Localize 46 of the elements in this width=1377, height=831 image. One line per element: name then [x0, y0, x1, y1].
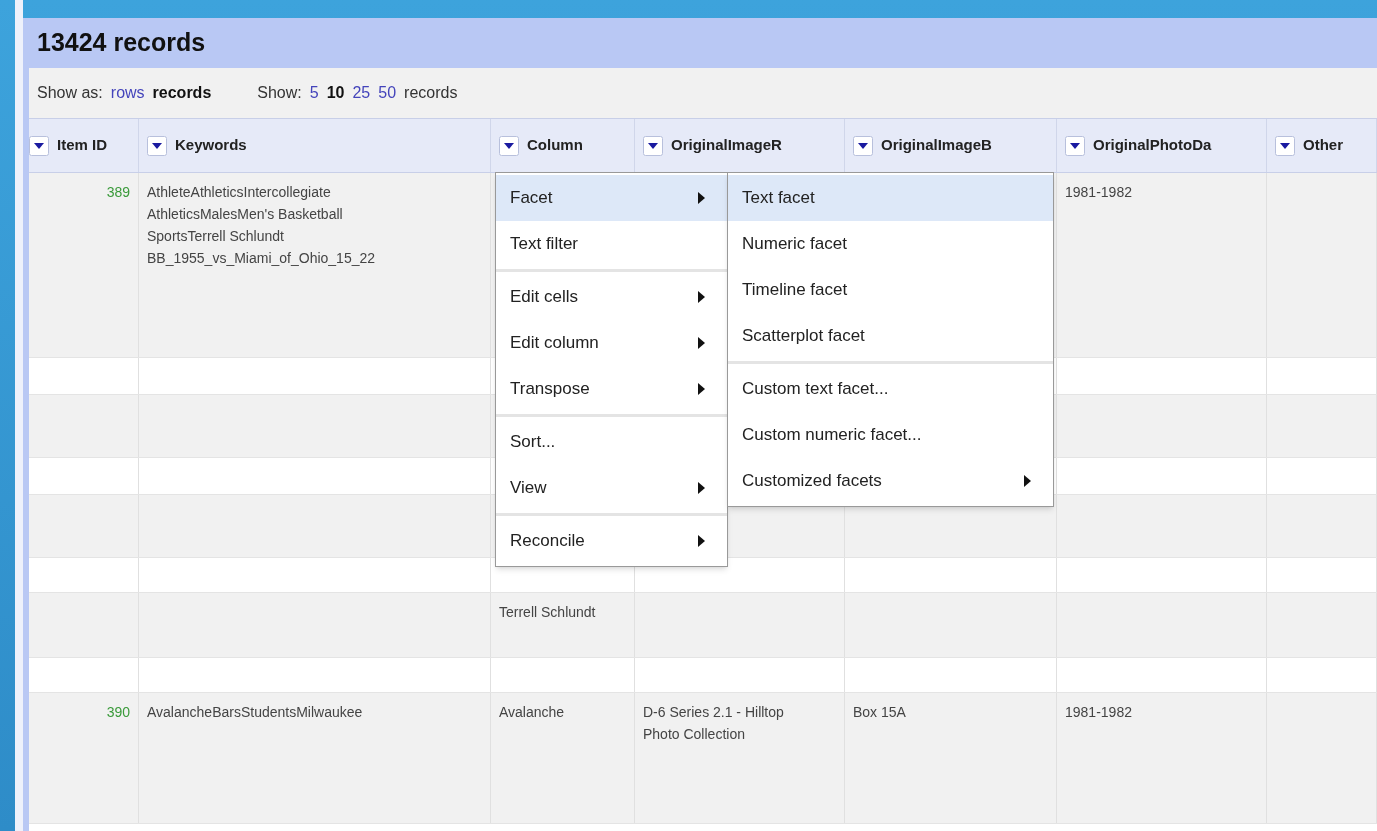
- table-cell-text: AthleteAthleticsIntercollegiate AthleticsMalesMen's Basketball SportsTerrell Schlundt BB_1955_vs_Miami_of_Ohio_15_22: [147, 184, 376, 266]
- page-size-suffix: records: [404, 83, 458, 103]
- dropdown-caret-icon[interactable]: [1065, 135, 1085, 156]
- table-cell-text: 1981-1982: [1065, 704, 1132, 720]
- table-cell-text: 389: [106, 184, 130, 200]
- menu-item[interactable]: Sort...: [496, 419, 727, 465]
- menu-item[interactable]: Text facet: [728, 175, 1053, 221]
- menu-item[interactable]: Facet: [496, 175, 727, 221]
- page-size-link[interactable]: 50: [378, 81, 397, 105]
- dropdown-caret-icon[interactable]: [147, 135, 167, 156]
- page-size-link[interactable]: 10: [326, 81, 345, 105]
- table-cell-text: D-6 Series 2.1 - Hilltop Photo Collection: [643, 704, 784, 742]
- table-cell-text: 1981-1982: [1065, 184, 1132, 200]
- menu-item[interactable]: Customized facets: [728, 458, 1053, 504]
- table-cell-text: 390: [106, 704, 130, 720]
- dropdown-caret-icon[interactable]: [643, 135, 663, 156]
- page-size-link[interactable]: 5: [309, 81, 319, 105]
- view-mode-link[interactable]: records: [152, 81, 212, 105]
- table-cell-text: AvalancheBarsStudentsMilwaukee: [147, 704, 363, 720]
- column-header[interactable]: Item ID: [29, 119, 139, 172]
- menu-item[interactable]: View: [496, 465, 727, 511]
- dropdown-caret-icon[interactable]: [499, 135, 519, 156]
- menu-item[interactable]: Custom numeric facet...: [728, 412, 1053, 458]
- menu-item[interactable]: Numeric facet: [728, 221, 1053, 267]
- menu-item[interactable]: Edit cells: [496, 274, 727, 320]
- table-cell-text: Terrell Schlundt: [499, 604, 596, 620]
- menu-item[interactable]: Transpose: [496, 366, 727, 412]
- column-header[interactable]: Keywords: [139, 119, 491, 172]
- menu-item[interactable]: Custom text facet...: [728, 366, 1053, 412]
- show-as-label: Show as:: [37, 83, 103, 103]
- dropdown-caret-icon[interactable]: [853, 135, 873, 156]
- column-header[interactable]: OriginalPhotoDa: [1057, 119, 1267, 172]
- page-size-link[interactable]: 25: [352, 81, 371, 105]
- dropdown-caret-icon[interactable]: [1275, 135, 1295, 156]
- column-header[interactable]: Other: [1267, 119, 1377, 172]
- dropdown-caret-icon[interactable]: [29, 135, 49, 156]
- view-mode-link[interactable]: rows: [110, 81, 145, 105]
- menu-item[interactable]: Reconcile: [496, 518, 727, 564]
- menu-item[interactable]: Scatterplot facet: [728, 313, 1053, 359]
- menu-item[interactable]: Timeline facet: [728, 267, 1053, 313]
- menu-item[interactable]: Edit column: [496, 320, 727, 366]
- menu-item[interactable]: Text filter: [496, 221, 727, 267]
- records-title: 13424 records: [37, 27, 206, 59]
- page-size-label: Show:: [257, 83, 302, 103]
- table-cell-text: Box 15A: [853, 704, 906, 720]
- table-cell-text: Avalanche: [499, 704, 565, 720]
